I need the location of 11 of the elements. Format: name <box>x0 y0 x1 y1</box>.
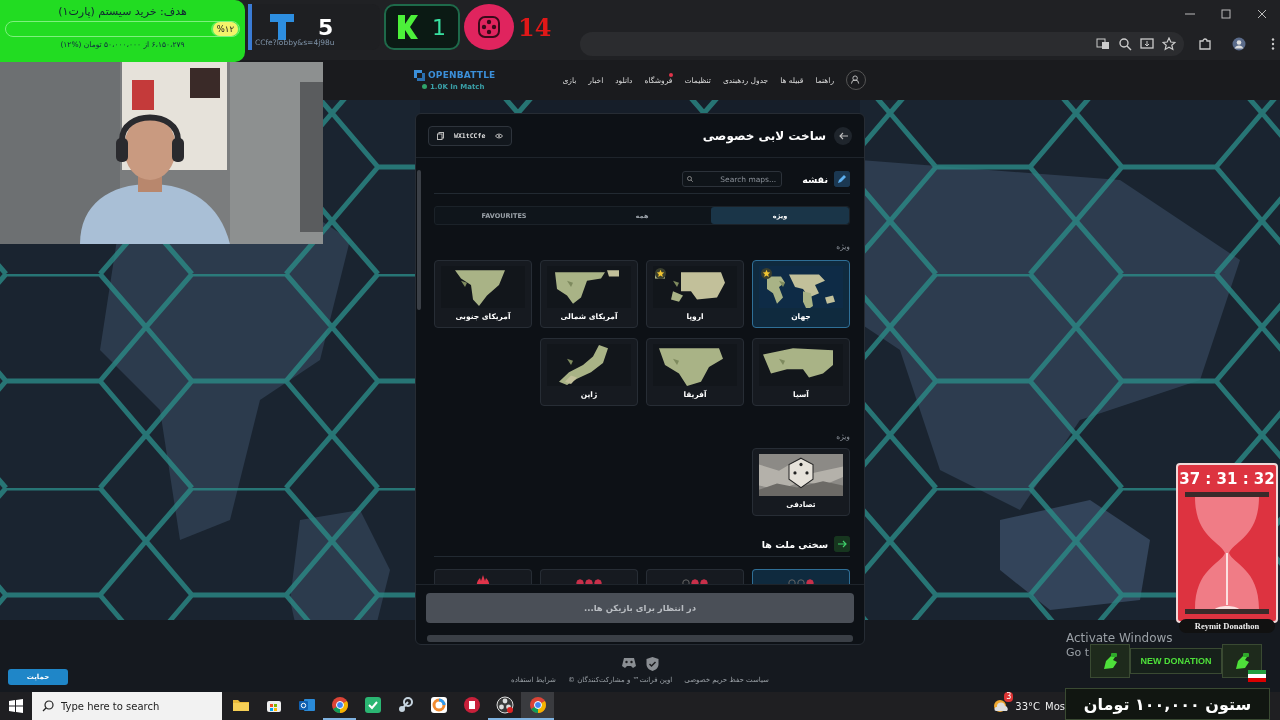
donation-amount: ستون ۱۰۰,۰۰۰ تومان <box>1065 688 1270 720</box>
goal-title: هدف: خرید سیستم (پارت۱) <box>58 5 187 18</box>
score: 14 <box>518 12 552 42</box>
search-field[interactable]: Type here to search <box>32 692 222 720</box>
weather-badge: 3 <box>1004 692 1014 702</box>
progress-percent: %۱۲ <box>212 22 238 36</box>
weather-label: Mos <box>1045 700 1065 712</box>
score: 1 <box>432 14 446 40</box>
temperature: 33°C <box>1015 700 1041 712</box>
score: 5 <box>318 14 334 40</box>
site-logo[interactable]: OPENBATTLE <box>428 70 496 80</box>
